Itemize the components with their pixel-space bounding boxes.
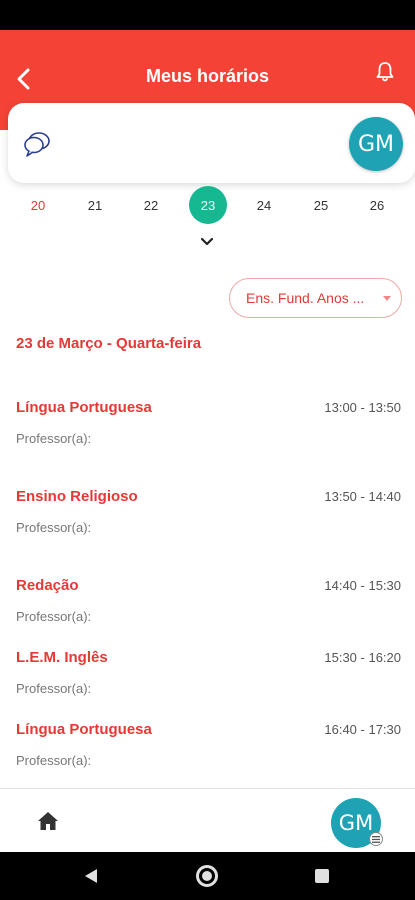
profile-card: GM [8,103,415,183]
lesson-item[interactable]: Redação 14:40 - 15:30 Professor(a): [0,577,415,647]
lesson-subject: L.E.M. Inglês [16,649,108,666]
bell-icon [376,62,394,82]
dropdown-arrow-icon [383,296,391,301]
school-level-select[interactable]: Ens. Fund. Anos ... [229,278,402,318]
lesson-subject: Língua Portuguesa [16,721,152,738]
bottom-nav: GM [0,788,415,852]
day-23-selected[interactable]: 23 [189,186,227,224]
lesson-teacher-label: Professor(a): [16,753,92,768]
lesson-teacher-label: Professor(a): [16,431,92,446]
home-button[interactable] [37,811,61,833]
avatar[interactable]: GM [349,117,403,171]
notifications-button[interactable] [373,60,397,84]
page-title: Meus horários [145,66,270,86]
lesson-subject: Ensino Religioso [16,488,138,505]
school-level-value: Ens. Fund. Anos ... [246,290,365,306]
lesson-item[interactable]: L.E.M. Inglês 15:30 - 16:20 Professor(a)… [0,649,415,719]
lesson-item[interactable]: Língua Portuguesa 16:40 - 17:30 Professo… [0,721,415,791]
home-icon [38,812,58,830]
day-20[interactable]: 20 [19,186,57,224]
system-home-icon[interactable] [196,865,218,887]
lesson-teacher-label: Professor(a): [16,609,92,624]
lesson-item[interactable]: Língua Portuguesa 13:00 - 13:50 Professo… [0,399,415,469]
lesson-teacher-label: Professor(a): [16,520,92,535]
date-heading: 23 de Março - Quarta-feira [16,335,202,352]
chevron-down-icon [200,237,214,246]
system-nav-bar [0,852,415,900]
lesson-subject: Língua Portuguesa [16,399,152,416]
lesson-time: 13:00 - 13:50 [324,400,401,415]
week-selector: 20 21 22 23 24 25 26 [0,186,415,224]
lesson-subject: Redação [16,577,79,594]
expand-calendar-button[interactable] [197,232,217,252]
day-22[interactable]: 22 [132,186,170,224]
lesson-item[interactable]: Ensino Religioso 13:50 - 14:40 Professor… [0,488,415,558]
profile-menu-button[interactable]: GM [331,798,383,848]
lesson-teacher-label: Professor(a): [16,681,92,696]
day-26[interactable]: 26 [358,186,396,224]
system-recents-icon[interactable] [315,869,329,883]
lesson-time: 16:40 - 17:30 [324,722,401,737]
day-25[interactable]: 25 [302,186,340,224]
status-bar [0,0,415,30]
chat-button[interactable] [22,129,52,159]
menu-icon [369,832,383,846]
lesson-time: 14:40 - 15:30 [324,578,401,593]
avatar-initials: GM [338,811,374,835]
lesson-time: 13:50 - 14:40 [324,489,401,504]
system-back-icon[interactable] [84,868,98,884]
day-24[interactable]: 24 [245,186,283,224]
lesson-time: 15:30 - 16:20 [324,650,401,665]
chat-icon [24,132,50,157]
day-21[interactable]: 21 [76,186,114,224]
